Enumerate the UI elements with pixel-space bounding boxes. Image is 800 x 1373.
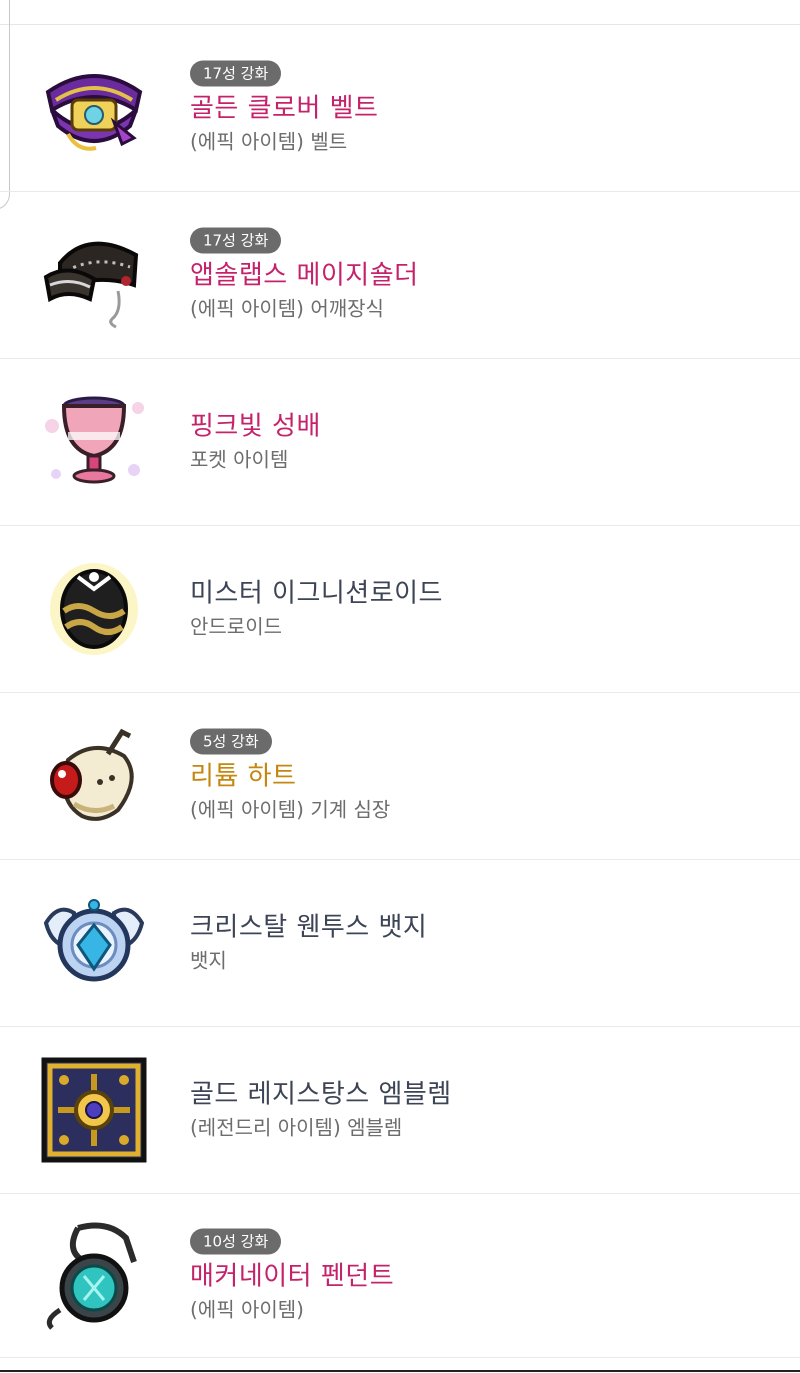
list-item[interactable]: 17성 강화 골든 클로버 벨트 (에픽 아이템) 벨트: [0, 25, 800, 192]
list-item[interactable]: 10성 강화 매커네이터 펜던트 (에픽 아이템): [0, 1194, 800, 1358]
mechanator-pendant-icon: [46, 1222, 137, 1330]
android-egg-icon: [50, 563, 138, 655]
pink-holy-cup-icon: [45, 396, 144, 484]
item-text: 골드 레지스탕스 엠블렘 (레전드리 아이템) 엠블렘: [190, 1079, 452, 1142]
item-type: (에픽 아이템) 벨트: [190, 129, 348, 154]
enhance-badge: 5성 강화: [190, 728, 272, 755]
item-text: 17성 강화 골든 클로버 벨트 (에픽 아이템) 벨트: [190, 60, 379, 156]
item-type: 안드로이드: [190, 614, 282, 639]
list-item[interactable]: 17성 강화 앱솔랩스 메이지숄더 (에픽 아이템) 어깨장식: [0, 192, 800, 359]
equipment-list: 17성 강화 골든 클로버 벨트 (에픽 아이템) 벨트 17성 강화 앱솔랩스…: [0, 25, 800, 1358]
absolab-mage-shoulder-icon: [43, 241, 139, 329]
list-item[interactable]: 5성 강화 리튬 하트 (에픽 아이템) 기계 심장: [0, 693, 800, 860]
bottom-divider: [0, 1370, 800, 1372]
item-type: (레전드리 아이템) 엠블렘: [190, 1115, 403, 1140]
enhance-badge: 10성 강화: [190, 1228, 282, 1254]
list-item[interactable]: 핑크빛 성배 포켓 아이템: [0, 359, 800, 526]
item-name: 리튬 하트: [190, 761, 297, 792]
enhance-badge: 17성 강화: [190, 60, 282, 87]
item-name: 핑크빛 성배: [190, 411, 321, 442]
item-text: 크리스탈 웬투스 뱃지 뱃지: [190, 912, 427, 975]
item-text: 10성 강화 매커네이터 펜던트 (에픽 아이템): [190, 1228, 394, 1323]
item-text: 미스터 이그니션로이드 안드로이드: [190, 578, 443, 641]
gold-resistance-emblem-icon: [41, 1057, 147, 1163]
item-type: 뱃지: [190, 948, 227, 973]
enhance-badge: 17성 강화: [190, 227, 282, 254]
lithium-heart-icon: [50, 728, 134, 821]
item-type: (에픽 아이템) 어깨장식: [190, 296, 384, 321]
item-type: (에픽 아이템) 기계 심장: [190, 797, 391, 822]
item-text: 핑크빛 성배 포켓 아이템: [190, 411, 321, 474]
item-name: 골든 클로버 벨트: [190, 93, 379, 124]
item-name: 골드 레지스탕스 엠블렘: [190, 1079, 452, 1110]
item-name: 앱솔랩스 메이지숄더: [190, 260, 419, 291]
item-name: 매커네이터 펜던트: [190, 1261, 395, 1291]
item-text: 5성 강화 리튬 하트 (에픽 아이템) 기계 심장: [190, 728, 391, 824]
item-name: 미스터 이그니션로이드: [190, 578, 443, 609]
list-item[interactable]: 골드 레지스탕스 엠블렘 (레전드리 아이템) 엠블렘: [0, 1027, 800, 1194]
list-item[interactable]: 크리스탈 웬투스 뱃지 뱃지: [0, 860, 800, 1027]
item-type: 포켓 아이템: [190, 447, 289, 472]
item-name: 크리스탈 웬투스 뱃지: [190, 912, 428, 943]
item-text: 17성 강화 앱솔랩스 메이지숄더 (에픽 아이템) 어깨장식: [190, 227, 419, 323]
golden-clover-belt-icon: [45, 74, 143, 151]
crystal-ventus-badge-icon: [43, 899, 145, 982]
list-item[interactable]: 미스터 이그니션로이드 안드로이드: [0, 526, 800, 693]
item-type: (에픽 아이템): [190, 1297, 304, 1321]
